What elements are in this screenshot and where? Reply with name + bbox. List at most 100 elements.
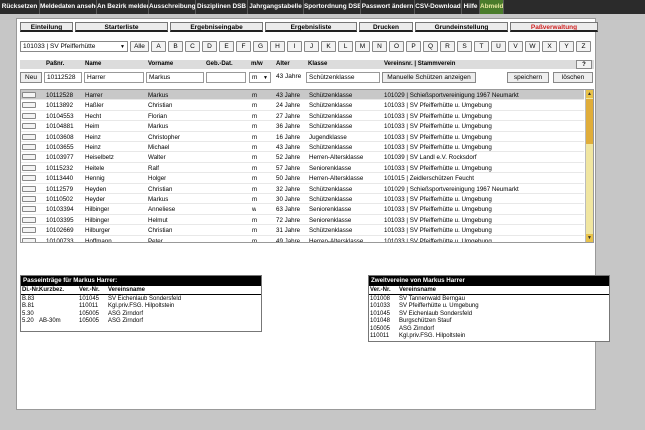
table-row[interactable]: 10104553 Hecht Florian m 27 Jahre Schützenkla… [21,111,584,122]
table-row[interactable]: 10103394 Hilbinger Anneliese w 63 Jahre Senio… [21,204,584,215]
scroll-up-icon[interactable]: ▲ [586,90,593,98]
table-row[interactable]: 10110502 Heyder Markus m 30 Jahre Schützenkla… [21,194,584,205]
tab-starterliste[interactable]: Starterliste [75,22,168,32]
letter-y-button[interactable]: Y [559,40,574,52]
letter-b-button[interactable]: B [168,40,183,52]
tab-einteilung[interactable]: Einteilung [20,22,73,32]
delete-button[interactable]: löschen [553,72,593,83]
letter-f-button[interactable]: F [236,40,251,52]
name-input[interactable]: Harrer [84,72,144,83]
topnav-csv-download[interactable]: CSV-Download [415,0,462,14]
table-row[interactable]: 10115232 Heitele Ralf m 57 Jahre Seniorenklas… [21,163,584,174]
row-checkbox[interactable] [22,227,36,234]
cell-verein: 101033 | SV Pfeifferhütte u. Umgebung [384,112,492,120]
letter-t-button[interactable]: T [474,40,489,52]
letter-p-button[interactable]: P [406,40,421,52]
topnav-hilfe[interactable]: Hilfe [462,0,480,14]
vorname-input[interactable]: Markus [146,72,204,83]
table-row[interactable]: 10102669 Hilburger Christian m 31 Jahre Schüt… [21,225,584,236]
list-item: 101008 SV Tannenwald Berngau [369,295,609,302]
new-button[interactable]: Neu [20,72,42,83]
row-checkbox[interactable] [22,102,36,109]
cell-name: Heim [85,123,100,131]
letter-m-button[interactable]: M [355,40,370,52]
row-checkbox[interactable] [22,185,36,192]
letter-d-button[interactable]: D [202,40,217,52]
letter-r-button[interactable]: R [440,40,455,52]
scroll-thumb[interactable] [586,99,593,144]
topnav-an-bezirk-melden[interactable]: An Bezirk melden [97,0,149,14]
row-checkbox[interactable] [22,196,36,202]
table-row[interactable]: 10103395 Hilbinger Helmut m 72 Jahre Senioren… [21,215,584,226]
tab-drucken[interactable]: Drucken [359,22,413,32]
letter-k-button[interactable]: K [321,40,336,52]
topnav-sportordnung-dsb[interactable]: Sportordnung DSB [304,0,361,14]
letter-u-button[interactable]: U [491,40,506,52]
topnav-meldedaten-ansehen[interactable]: Meldedaten ansehen [40,0,97,14]
help-button[interactable]: ? [576,60,592,69]
letter-x-button[interactable]: X [542,40,557,52]
letter-q-button[interactable]: Q [423,40,438,52]
passnr-input[interactable]: 10112528 [44,72,82,83]
letter-s-button[interactable]: S [457,40,472,52]
letter-i-button[interactable]: I [287,40,302,52]
table-row[interactable]: 10103977 Heiselbetz Walter m 52 Jahre Herren-… [21,152,584,163]
row-checkbox[interactable] [22,133,36,140]
letter-c-button[interactable]: C [185,40,200,52]
topnav-ausschreibung[interactable]: Ausschreibung [149,0,196,14]
mw-select[interactable]: m ▼ [249,72,271,83]
row-checkbox[interactable] [22,216,36,223]
topnav-abmelden[interactable]: Abmelden [480,0,504,14]
table-row[interactable]: 10103608 Heinz Christopher m 16 Jahre Jugendk… [21,132,584,142]
table-row[interactable]: 10103655 Heinz Michael m 43 Jahre Schützenkla… [21,142,584,153]
tab-paßverwaltung[interactable]: Paßverwaltung [510,22,598,32]
klasse-input[interactable]: Schützenklasse [306,72,380,83]
letter-j-button[interactable]: J [304,40,319,52]
row-checkbox[interactable] [22,123,36,130]
row-checkbox[interactable] [22,206,36,213]
row-checkbox[interactable] [22,154,36,161]
cell-passnr: 10103977 [46,154,74,162]
row-checkbox[interactable] [22,164,36,171]
cell-passnr: 10112528 [46,92,74,99]
cell-mw: m [252,237,258,243]
table-row[interactable]: 10112579 Heyden Christian m 32 Jahre Schützen… [21,184,584,194]
tab-ergebnisliste[interactable]: Ergebnisliste [265,22,357,32]
geb-input[interactable] [206,72,246,83]
row-checkbox[interactable] [22,237,36,242]
club-select[interactable]: 101033 | SV Pfeifferhütte ▼ [20,40,128,52]
row-checkbox[interactable] [22,112,36,119]
row-checkbox[interactable] [22,92,36,98]
table-row[interactable]: 10104881 Heim Markus m 36 Jahre Schützenklass… [21,121,584,132]
show-manual-button[interactable]: Manuelle Schützen anzeigen [382,72,476,83]
save-button[interactable]: speichern [507,72,549,83]
letter-w-button[interactable]: W [525,40,540,52]
cell-alter: 52 Jahre [276,154,301,162]
topnav-jahrgangstabelle[interactable]: Jahrgangstabelle [248,0,304,14]
cell: ASG Zirndorf [108,318,144,325]
topnav-disziplinen-dsb[interactable]: Disziplinen DSB [196,0,248,14]
table-row[interactable]: 10113892 Haßler Christian m 24 Jahre Schützen… [21,100,584,111]
topnav-passwort-ändern[interactable]: Passwort ändern [361,0,415,14]
letter-e-button[interactable]: E [219,40,234,52]
table-row[interactable]: 10112528 Harrer Markus m 43 Jahre Schützenkla… [21,90,584,101]
letter-a-button[interactable]: A [151,40,166,52]
topnav-rücksetzen[interactable]: Rücksetzen [0,0,40,14]
table-row[interactable]: 10113440 Hennig Holger m 50 Jahre Herren-Alte… [21,173,584,184]
alle-button[interactable]: Alle [130,40,149,52]
row-checkbox[interactable] [22,144,36,150]
scroll-down-icon[interactable]: ▼ [586,234,593,242]
letter-z-button[interactable]: Z [576,40,591,52]
cell-passnr: 10103395 [46,216,74,224]
tab-ergebniseingabe[interactable]: Ergebniseingabe [170,22,263,32]
tab-grundeinstellung[interactable]: Grundeinstellung [415,22,508,32]
table-row[interactable]: 10100733 Hoffmann Peter m 49 Jahre Herren-Alt… [21,236,584,243]
letter-g-button[interactable]: G [253,40,268,52]
letter-h-button[interactable]: H [270,40,285,52]
scrollbar[interactable]: ▲ ▼ [585,90,593,242]
letter-l-button[interactable]: L [338,40,353,52]
row-checkbox[interactable] [22,175,36,182]
letter-v-button[interactable]: V [508,40,523,52]
letter-n-button[interactable]: N [372,40,387,52]
letter-o-button[interactable]: O [389,40,404,52]
